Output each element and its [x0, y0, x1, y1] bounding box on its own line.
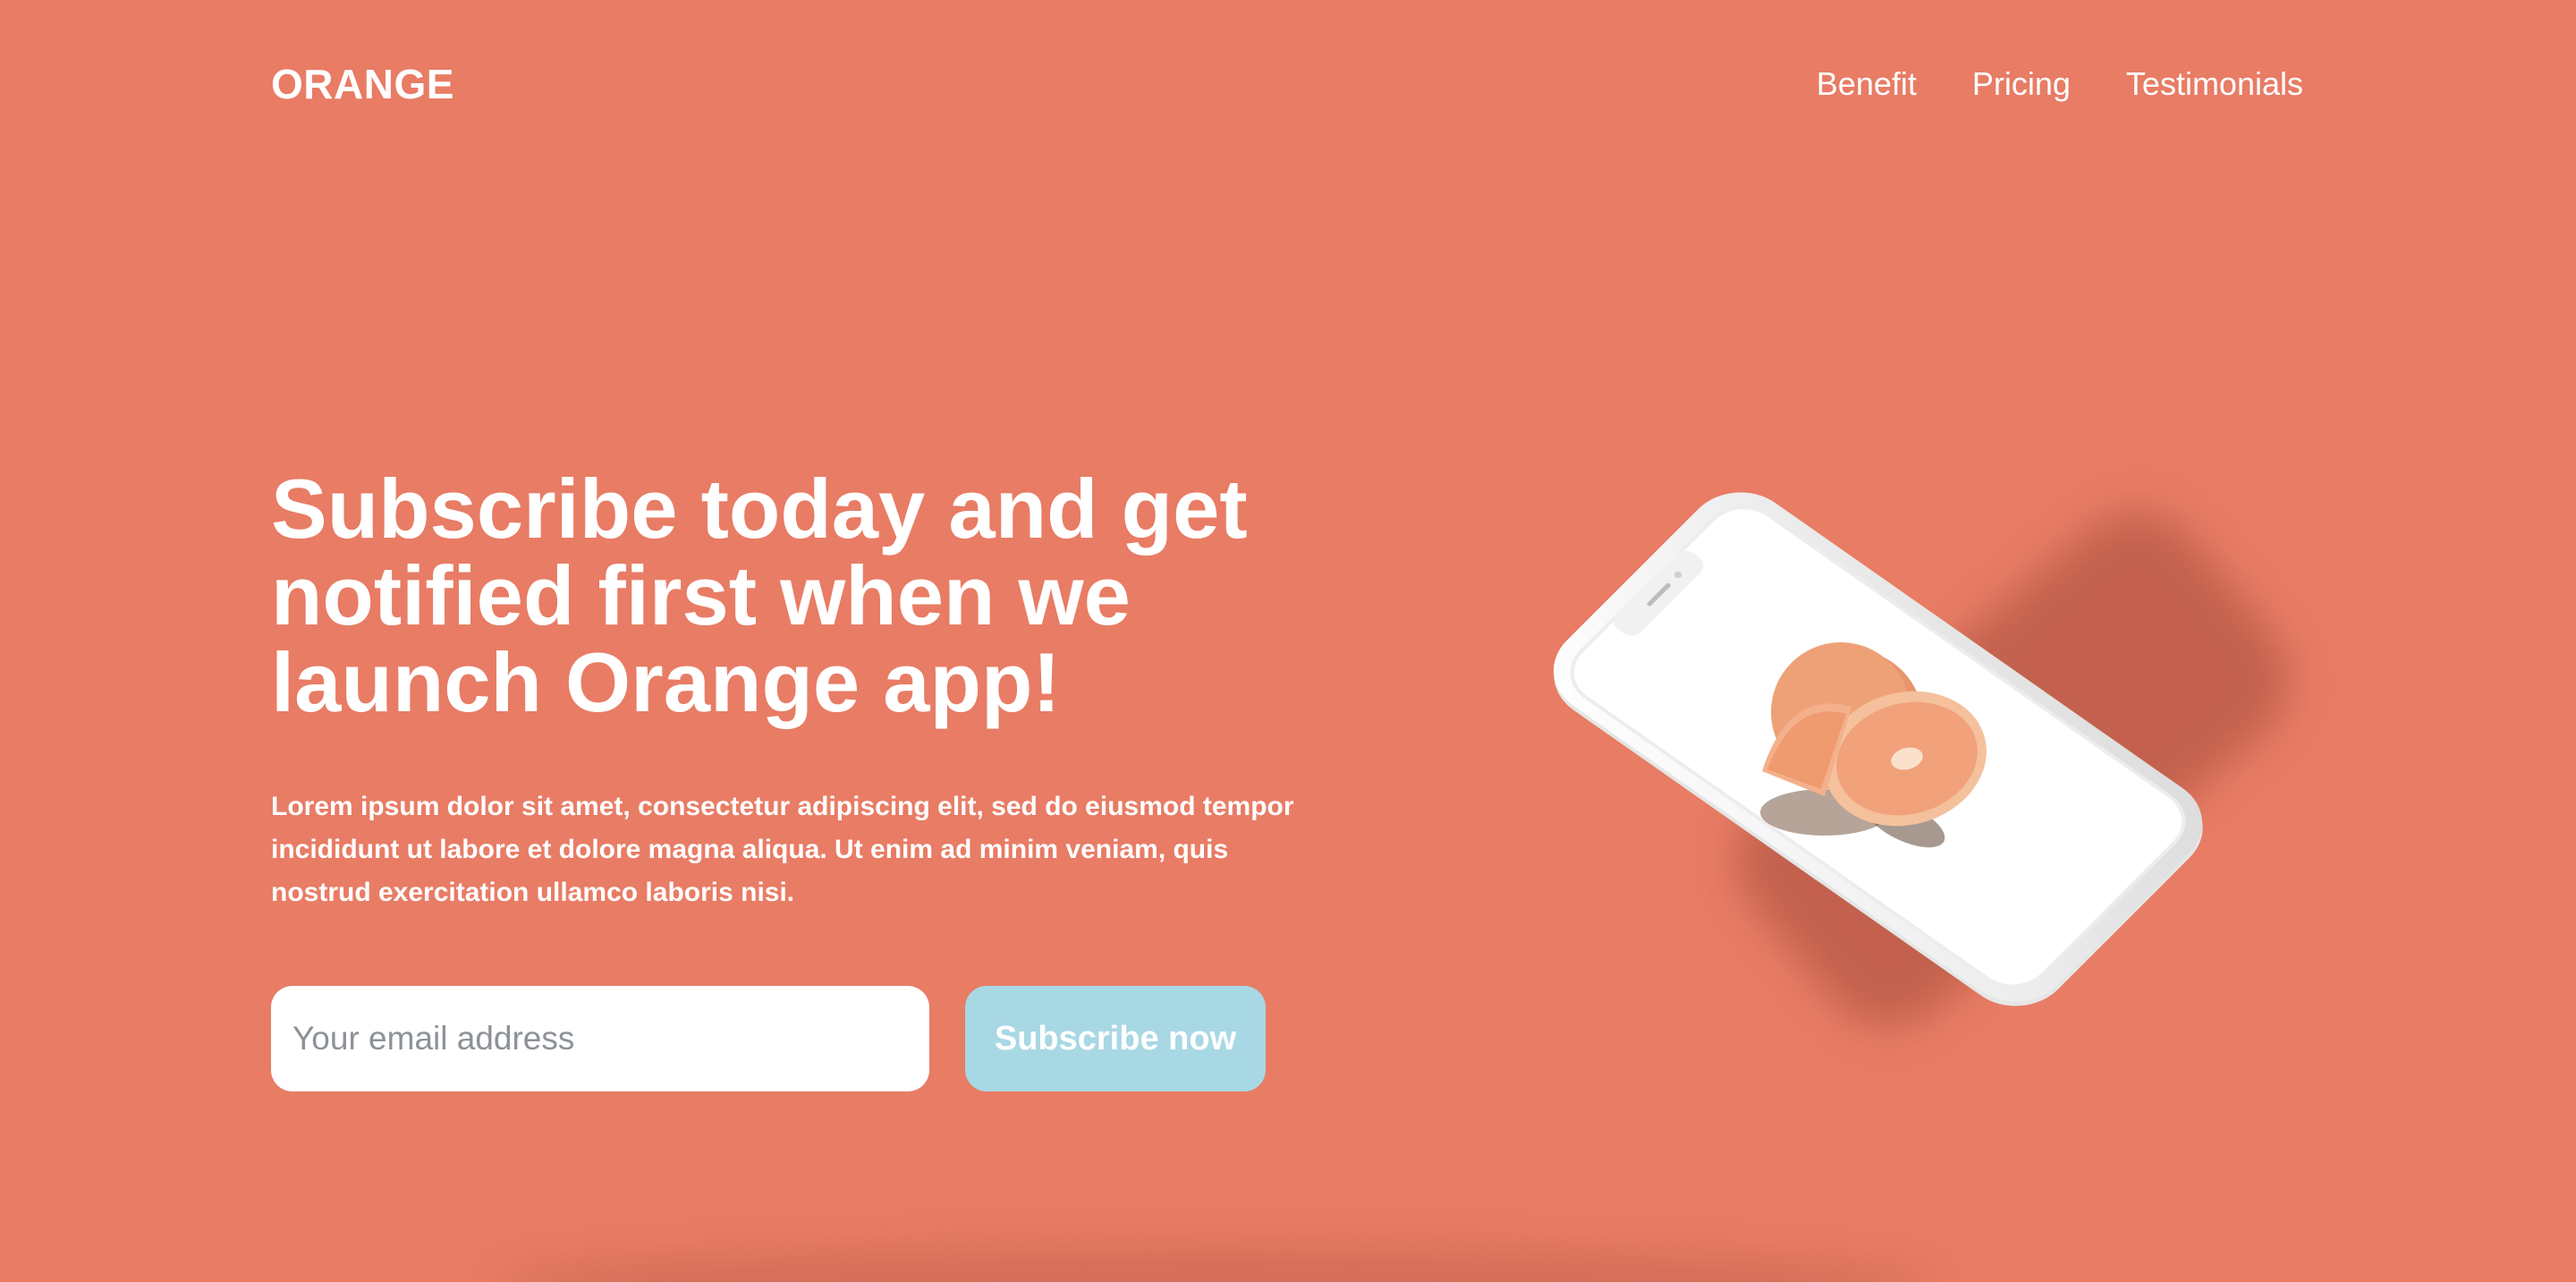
hero-description: Lorem ipsum dolor sit amet, consectetur …: [271, 792, 1294, 907]
logo[interactable]: ORANGE: [271, 59, 454, 109]
nav-benefit[interactable]: Benefit: [1817, 63, 1917, 106]
nav-pricing[interactable]: Pricing: [1972, 63, 2071, 106]
section-shadow: [501, 1245, 1932, 1282]
hero-headline: Subscribe today and get notified first w…: [271, 462, 1248, 729]
phone-mockup-image: [1404, 420, 2352, 1082]
top-nav: Benefit Pricing Testimonials: [1817, 63, 2303, 106]
nav-testimonials[interactable]: Testimonials: [2126, 63, 2303, 106]
email-input[interactable]: [271, 986, 929, 1091]
subscribe-button[interactable]: Subscribe now: [965, 986, 1266, 1091]
